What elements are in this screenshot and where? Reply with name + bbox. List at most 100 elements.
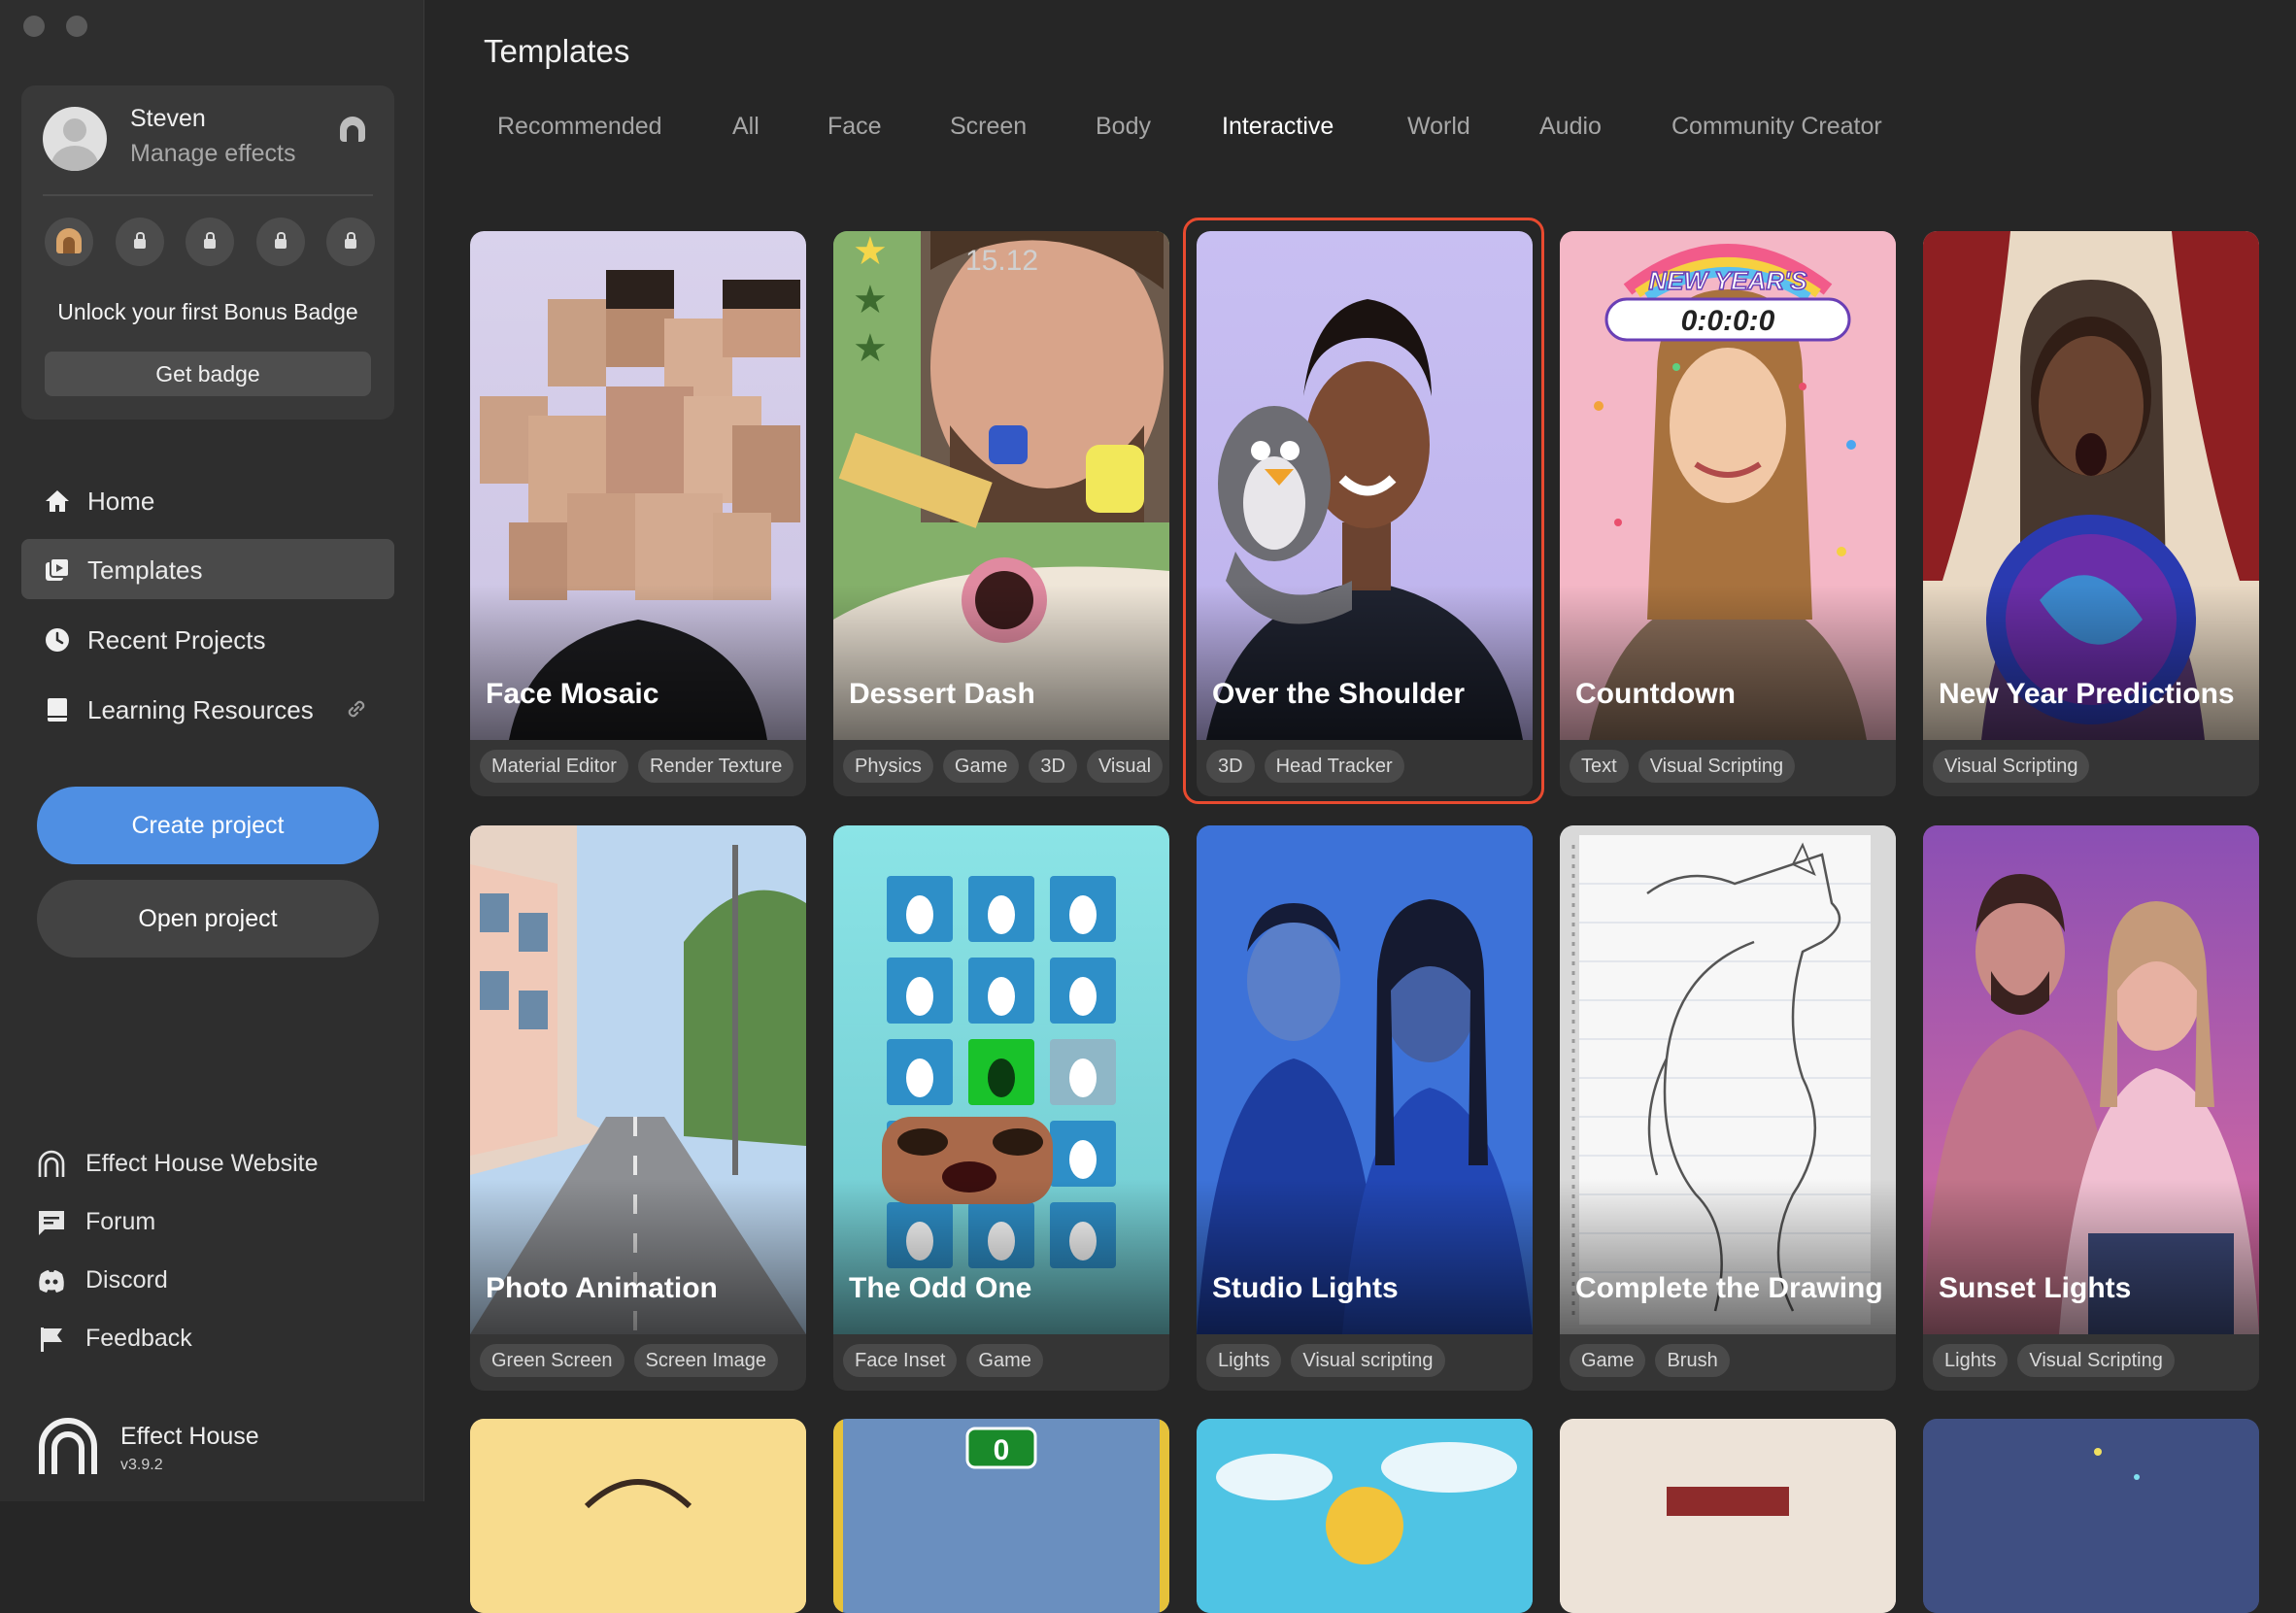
- template-title: Photo Animation: [486, 1272, 718, 1304]
- template-thumbnail: ★ ★ ★ 15.12: [833, 231, 1169, 740]
- tag: Lights: [1206, 1344, 1282, 1377]
- effect-house-icon: [38, 1150, 65, 1177]
- locked-badge-icon[interactable]: [326, 218, 375, 266]
- template-thumbnail: [1560, 825, 1896, 1334]
- tag: Visual Scripting: [2017, 1344, 2175, 1377]
- template-thumbnail: [1923, 1419, 2259, 1613]
- tab-body[interactable]: Body: [1096, 113, 1151, 141]
- tag-list: Physics Game 3D Visual: [843, 750, 1164, 785]
- tab-screen[interactable]: Screen: [950, 113, 1027, 141]
- manage-effects-link[interactable]: Manage effects: [130, 140, 295, 168]
- bonus-badge-icon[interactable]: [45, 218, 93, 266]
- tab-community-creator[interactable]: Community Creator: [1671, 113, 1882, 141]
- effect-house-badge-icon[interactable]: [340, 117, 365, 142]
- template-card-studio-lights[interactable]: Studio Lights Lights Visual scripting: [1197, 825, 1533, 1391]
- nav-item-home[interactable]: Home: [21, 470, 394, 530]
- tag-list: Visual Scripting: [1933, 750, 2253, 785]
- tab-world[interactable]: World: [1407, 113, 1470, 141]
- time-overlay: 15.12: [965, 245, 1038, 277]
- template-card-new-year-predictions[interactable]: New Year Predictions Visual Scripting: [1923, 231, 2259, 796]
- locked-badge-icon[interactable]: [186, 218, 234, 266]
- template-card-sunset-lights[interactable]: Sunset Lights Lights Visual Scripting: [1923, 825, 2259, 1391]
- tab-interactive[interactable]: Interactive: [1222, 113, 1334, 141]
- selected-card-highlight: [1183, 218, 1544, 804]
- footer-label: Effect House Website: [85, 1150, 319, 1177]
- tag: Material Editor: [480, 750, 628, 783]
- window-close-button[interactable]: [23, 16, 45, 37]
- external-link-icon[interactable]: [344, 696, 369, 722]
- tab-audio[interactable]: Audio: [1539, 113, 1602, 141]
- footer-label: Discord: [85, 1266, 168, 1294]
- template-card-partial[interactable]: 0: [833, 1419, 1169, 1613]
- star-icon: ★: [853, 327, 888, 370]
- template-card-partial[interactable]: [470, 1419, 806, 1613]
- create-project-button[interactable]: Create project: [37, 787, 379, 864]
- tag-list: Face Inset Game: [843, 1344, 1164, 1379]
- template-card-partial[interactable]: [1560, 1419, 1896, 1613]
- nav-label: Learning Resources: [87, 695, 314, 724]
- sidebar: Steven Manage effects Unlock your first …: [0, 0, 424, 1501]
- odd-one-grid-thumbnail: [882, 876, 1116, 1268]
- template-title: Countdown: [1575, 678, 1736, 710]
- partial-thumbnail: [1923, 1419, 2259, 1613]
- template-thumbnail: [470, 825, 806, 1334]
- tag: Brush: [1655, 1344, 1730, 1377]
- tag: Game: [1570, 1344, 1646, 1377]
- face-mosaic-thumbnail: [480, 270, 800, 740]
- avatar[interactable]: [43, 107, 107, 171]
- template-thumbnail: [470, 1419, 806, 1613]
- template-thumbnail: [1197, 825, 1533, 1334]
- forum-icon: [39, 1211, 64, 1235]
- get-badge-button[interactable]: Get badge: [45, 352, 371, 396]
- clock-icon: [46, 628, 69, 652]
- locked-badge-icon[interactable]: [255, 218, 305, 266]
- nav-label: Recent Projects: [87, 625, 266, 655]
- template-card-photo-animation[interactable]: Photo Animation Green Screen Screen Imag…: [470, 825, 806, 1391]
- badge-row: [45, 218, 375, 266]
- tag: Face Inset: [843, 1344, 958, 1377]
- tag-list: Lights Visual Scripting: [1933, 1344, 2253, 1379]
- new-year-predictions-thumbnail: [1923, 231, 2259, 740]
- template-card-partial[interactable]: [1923, 1419, 2259, 1613]
- app-name: Effect House: [120, 1423, 259, 1450]
- tag: 3D: [1029, 750, 1077, 783]
- tab-face[interactable]: Face: [827, 113, 882, 141]
- template-title: Studio Lights: [1212, 1272, 1399, 1304]
- tag: Visual: [1086, 750, 1164, 783]
- footer-label: Feedback: [85, 1325, 192, 1352]
- template-card-dessert-dash[interactable]: ★ ★ ★ 15.12 Dessert Dash Physics Game 3D…: [833, 231, 1169, 796]
- countdown-timer: 0:0:0:0: [1681, 305, 1775, 337]
- tag: Visual Scripting: [1933, 750, 2090, 783]
- template-card-partial[interactable]: [1197, 1419, 1533, 1613]
- template-card-complete-the-drawing[interactable]: Complete the Drawing Game Brush: [1560, 825, 1896, 1391]
- page-title: Templates: [484, 33, 630, 69]
- open-project-button[interactable]: Open project: [37, 880, 379, 958]
- tag: Game: [942, 750, 1020, 783]
- window-minimize-button[interactable]: [66, 16, 87, 37]
- countdown-banner: NEW YEAR'S: [1648, 266, 1807, 295]
- template-card-face-mosaic[interactable]: Face Mosaic Material Editor Render Textu…: [470, 231, 806, 796]
- locked-badge-icon[interactable]: [115, 218, 164, 266]
- profile-name: Steven: [130, 105, 206, 132]
- tab-all[interactable]: All: [732, 113, 760, 141]
- nav-item-learning-resources[interactable]: Learning Resources: [21, 679, 394, 739]
- template-card-the-odd-one[interactable]: The Odd One Face Inset Game: [833, 825, 1169, 1391]
- nav-item-templates[interactable]: Templates: [21, 539, 394, 599]
- tab-recommended[interactable]: Recommended: [497, 113, 662, 141]
- template-thumbnail: [1923, 231, 2259, 740]
- complete-drawing-thumbnail: [1560, 825, 1896, 1334]
- tag-list: Game Brush: [1570, 1344, 1890, 1379]
- template-title: New Year Predictions: [1939, 678, 2235, 710]
- profile-card: Steven Manage effects Unlock your first …: [21, 85, 394, 420]
- app-version: v3.9.2: [120, 1457, 163, 1473]
- divider: [43, 194, 373, 196]
- nav-item-recent-projects[interactable]: Recent Projects: [21, 609, 394, 669]
- template-card-countdown[interactable]: NEW YEAR'S 0:0:0:0 Countdown Text Visual…: [1560, 231, 1896, 796]
- template-thumbnail: [470, 231, 806, 740]
- templates-icon: [46, 557, 70, 581]
- tag: Text: [1570, 750, 1629, 783]
- partial-thumbnail: [1560, 1419, 1896, 1613]
- tag: Visual Scripting: [1638, 750, 1796, 783]
- template-thumbnail: NEW YEAR'S 0:0:0:0: [1560, 231, 1896, 740]
- tag: Visual scripting: [1291, 1344, 1445, 1377]
